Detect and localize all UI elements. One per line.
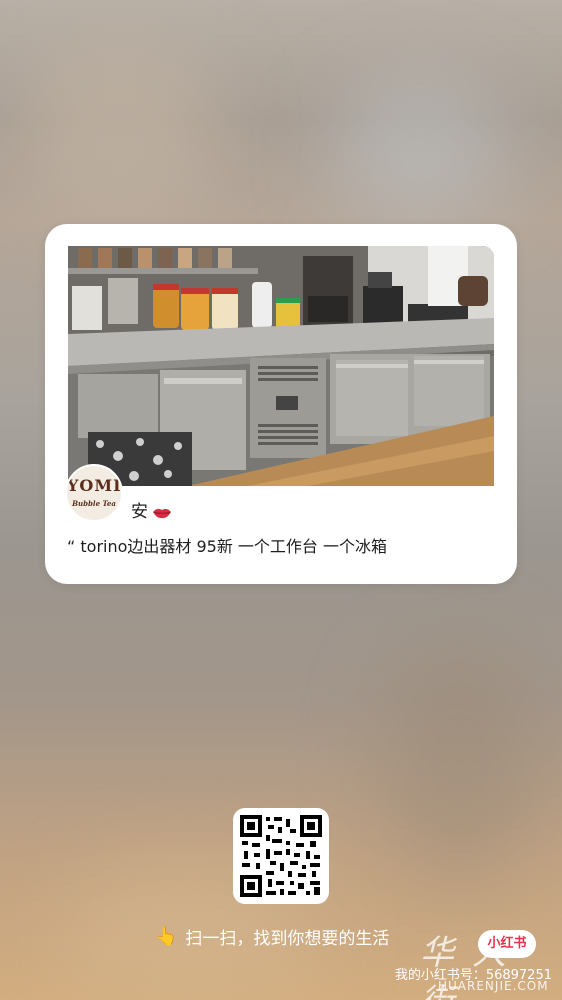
pointing-hand-icon: 👆 bbox=[155, 926, 178, 947]
avatar-sub-text: Bubble Tea bbox=[72, 499, 116, 508]
author-row[interactable]: 安 bbox=[131, 497, 172, 522]
post-card[interactable]: YOMI Bubble Tea 安 “ torino边出器材 95新 一个工作台… bbox=[45, 224, 517, 584]
qr-code-icon bbox=[233, 808, 329, 904]
app-logo-badge: 小红书 bbox=[478, 930, 536, 958]
post-photo[interactable] bbox=[68, 246, 494, 486]
background-blur bbox=[330, 80, 510, 230]
lips-icon bbox=[152, 504, 172, 518]
avatar-brand-text: YOMI bbox=[67, 476, 122, 495]
user-id-text: 我的小红书号：56897251 bbox=[394, 968, 552, 983]
kitchen-counter-photo bbox=[68, 246, 494, 486]
scan-hint-row: 👆 扫一扫，找到你想要的生活 bbox=[155, 924, 389, 949]
background-blur bbox=[380, 640, 540, 880]
author-name: 安 bbox=[131, 502, 148, 522]
author-avatar[interactable]: YOMI Bubble Tea bbox=[65, 464, 123, 522]
post-caption: “ torino边出器材 95新 一个工作台 一个冰箱 bbox=[67, 537, 388, 556]
scan-hint-text: 扫一扫，找到你想要的生活 bbox=[185, 929, 390, 949]
background-blur bbox=[20, 40, 220, 220]
